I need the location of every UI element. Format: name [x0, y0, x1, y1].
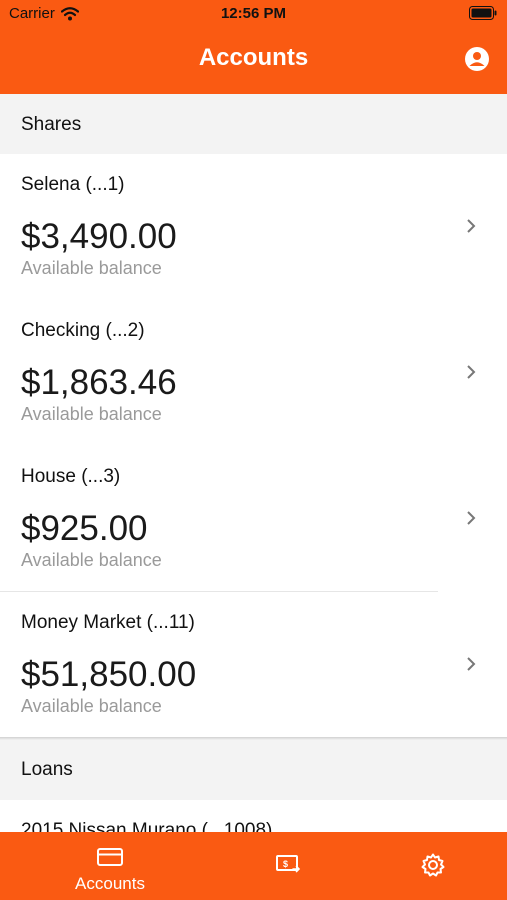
account-row[interactable]: House (...3) $925.00 Available balance — [0, 446, 507, 591]
status-bar: Carrier 12:56 PM — [0, 0, 507, 28]
account-name: 2015 Nissan Murano (...1008) — [21, 820, 273, 832]
profile-button[interactable] — [464, 46, 490, 72]
tab-settings[interactable] — [410, 832, 456, 900]
account-balance-caption: Available balance — [21, 696, 162, 716]
section-title: Loans — [21, 759, 73, 780]
account-row[interactable]: Selena (...1) $3,490.00 Available balanc… — [0, 154, 507, 299]
account-balance-caption: Available balance — [21, 258, 162, 278]
tab-bar: Accounts $ — [0, 832, 507, 900]
chevron-right-icon — [467, 219, 476, 233]
account-balance: $51,850.00 — [21, 655, 197, 694]
credit-card-icon — [97, 848, 123, 866]
section-title: Shares — [21, 114, 82, 135]
chevron-right-icon — [467, 365, 476, 379]
section-header-loans: Loans — [0, 738, 507, 800]
account-balance-caption: Available balance — [21, 550, 162, 570]
account-row[interactable]: 2015 Nissan Murano (...1008) — [0, 800, 507, 832]
gear-icon — [421, 853, 445, 877]
account-name: Checking (...2) — [21, 320, 145, 341]
tab-transfer[interactable]: $ — [266, 832, 312, 900]
battery-icon — [469, 6, 497, 24]
account-balance: $925.00 — [21, 509, 148, 548]
navigation-bar: Accounts — [0, 28, 507, 94]
account-balance: $1,863.46 — [21, 363, 177, 402]
chevron-right-icon — [467, 657, 476, 671]
transfer-money-icon: $ — [276, 855, 301, 873]
account-name: Money Market (...11) — [21, 612, 195, 633]
account-balance-caption: Available balance — [21, 404, 162, 424]
account-row[interactable]: Money Market (...11) $51,850.00 Availabl… — [0, 592, 507, 737]
chevron-right-icon — [467, 511, 476, 525]
section-header-shares: Shares — [0, 94, 507, 154]
account-balance: $3,490.00 — [21, 217, 177, 256]
account-name: Selena (...1) — [21, 174, 125, 195]
svg-text:$: $ — [283, 859, 288, 869]
page-title: Accounts — [198, 44, 309, 71]
tab-accounts[interactable]: Accounts — [62, 832, 158, 900]
account-name: House (...3) — [21, 466, 121, 487]
section-divider — [0, 737, 507, 740]
tab-label: Accounts — [75, 874, 145, 893]
account-circle-icon — [465, 47, 489, 71]
status-time: 12:56 PM — [220, 5, 287, 22]
account-row[interactable]: Checking (...2) $1,863.46 Available bala… — [0, 300, 507, 445]
